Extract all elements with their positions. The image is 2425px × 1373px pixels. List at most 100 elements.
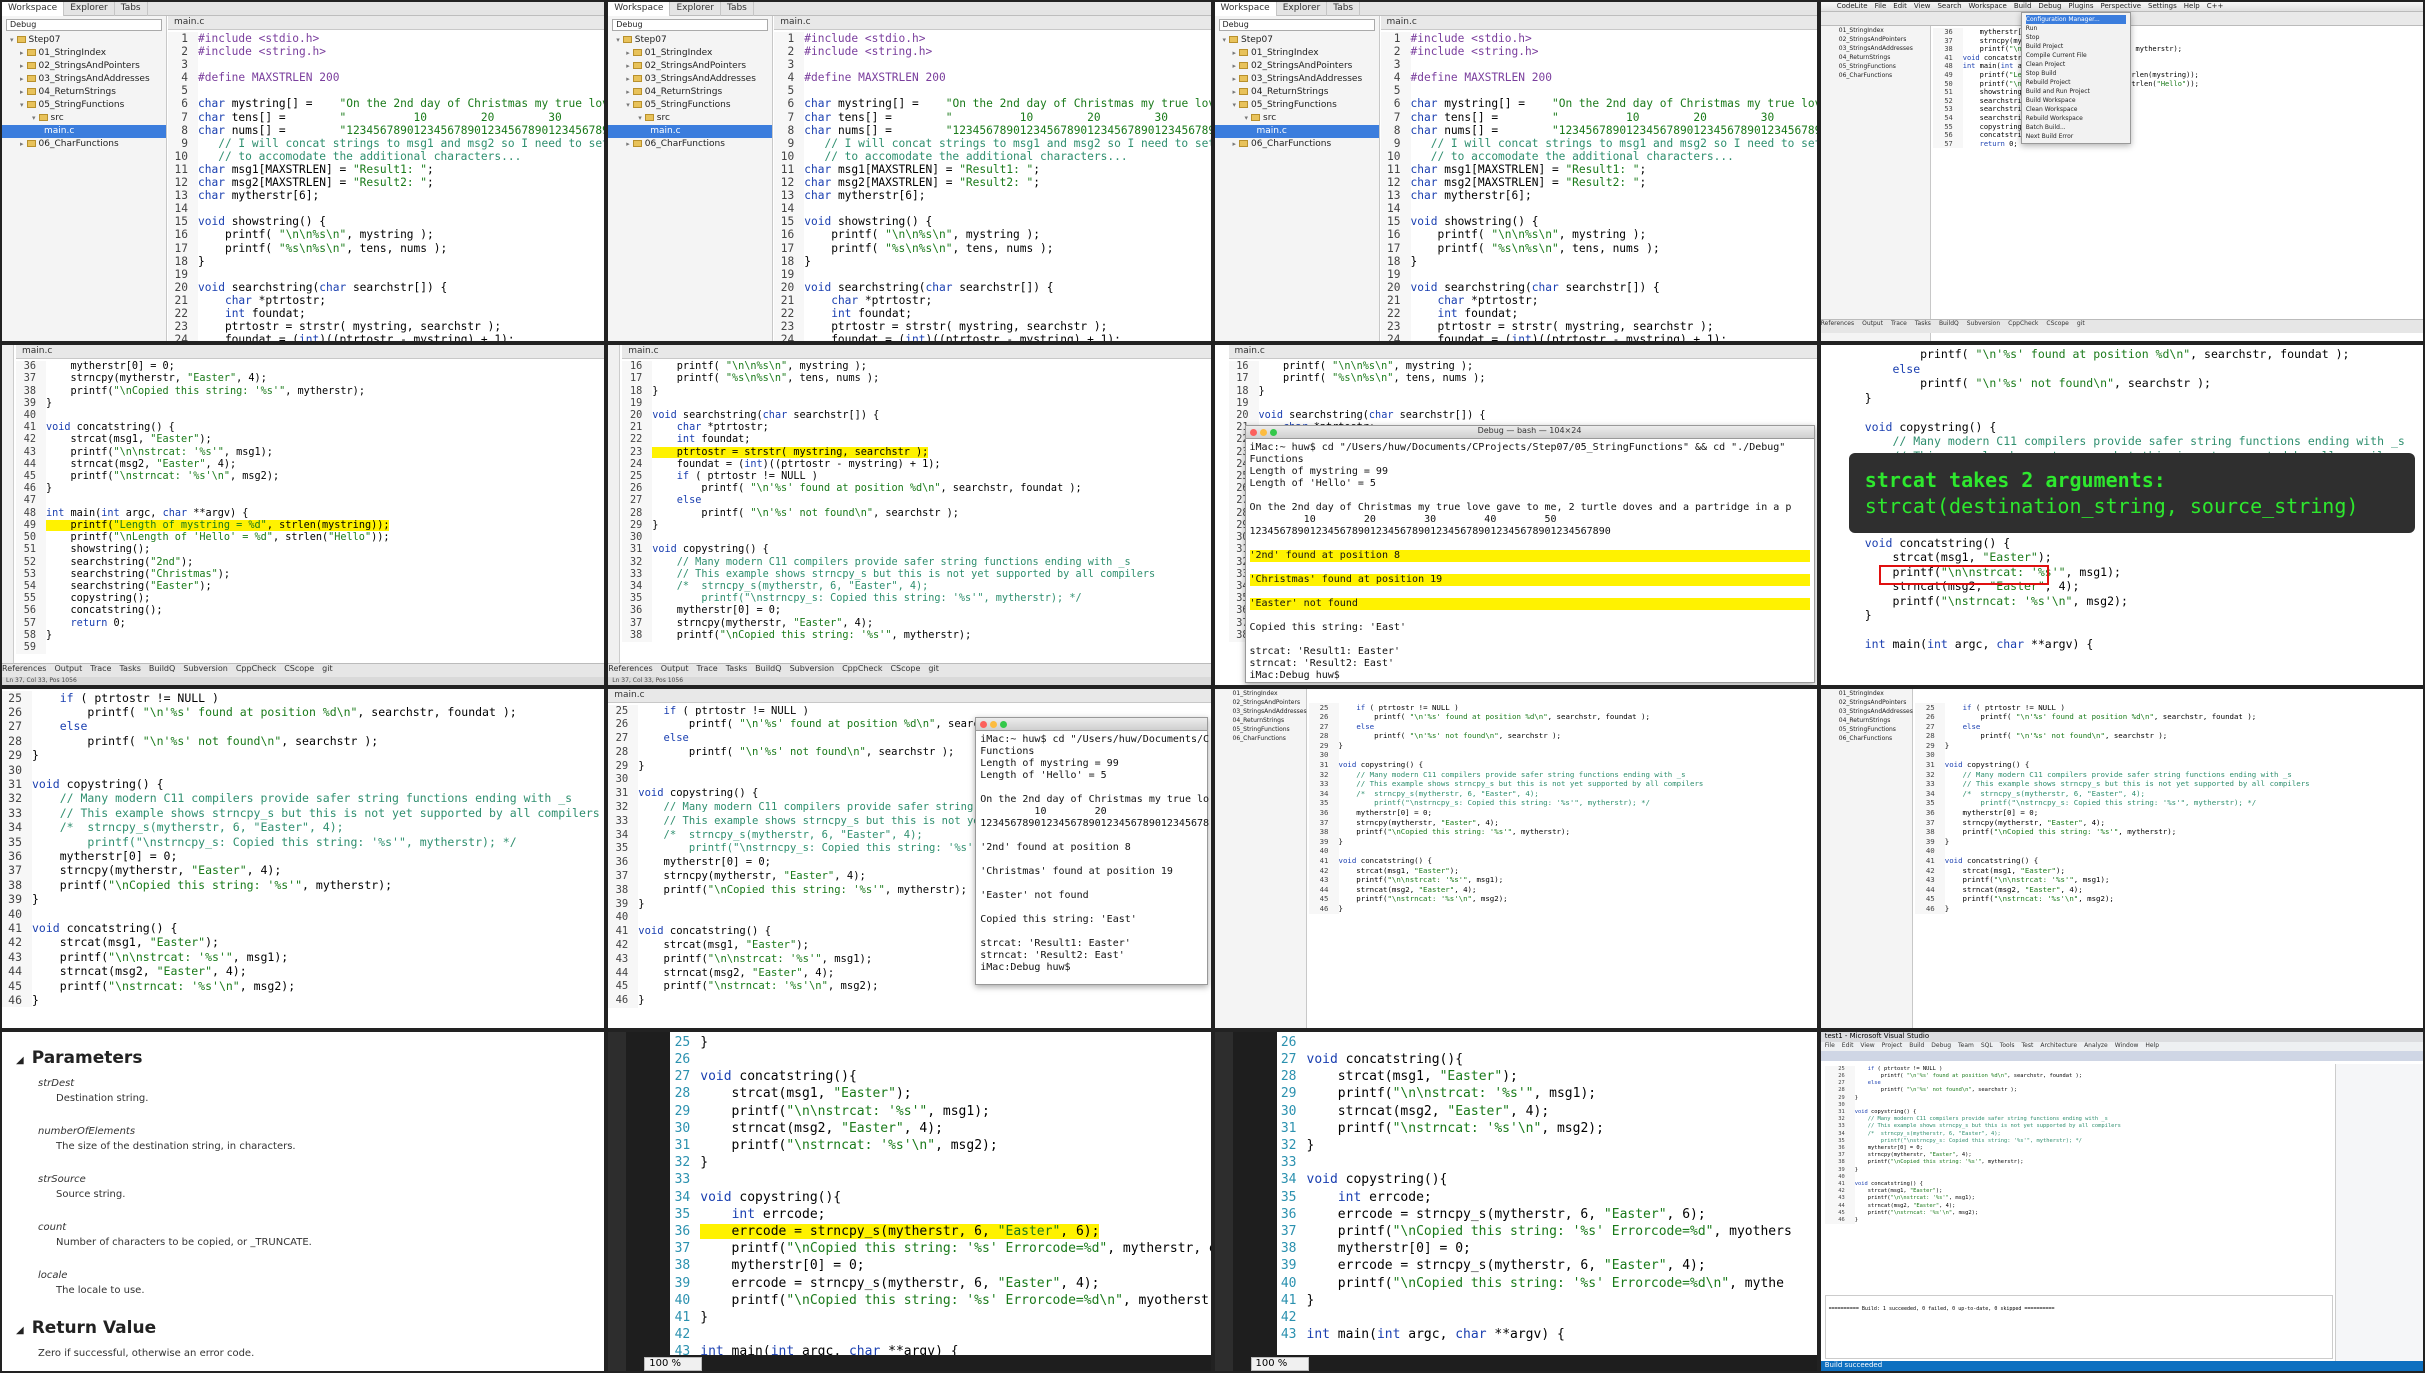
terminal-window[interactable]: iMac:~ huw$ cd "/Users/huw/Documents/C Fu…	[975, 716, 1209, 985]
line-text[interactable]: }	[804, 255, 811, 268]
build-menu-item[interactable]: Configuration Manager...	[2025, 15, 2126, 24]
line-text[interactable]: // This example shows strncpy_s but this…	[1855, 1123, 2121, 1129]
output-tab[interactable]: Tasks	[1915, 320, 1931, 327]
code-line[interactable]	[1835, 405, 2423, 420]
code-line[interactable]: 16 printf( "\n\n%s\n", mystring );	[168, 228, 604, 242]
line-text[interactable]: char *ptrtostr;	[652, 422, 769, 433]
code-line[interactable]: 19	[774, 267, 1210, 281]
code-line[interactable]: 18}	[1228, 385, 1817, 398]
line-text[interactable]: return 0;	[46, 618, 126, 629]
menu-item[interactable]: Edit	[1842, 1042, 1854, 1049]
line-text[interactable]: printf("\nstrncat: '%s'\n", msg2);	[1307, 1121, 1604, 1136]
code-line[interactable]: 37 strncpy(mytherstr, "Easter", 4);	[1824, 1152, 2333, 1160]
code-editor[interactable]: 25 if ( ptrtostr != NULL ) 26 printf( "\n…	[1914, 700, 2423, 1016]
code-line[interactable]: 4 #define MAXSTRLEN 200	[774, 71, 1210, 85]
line-text[interactable]: int main(int argc, char **argv) {	[46, 508, 248, 519]
code-line[interactable]: printf("\nstrncat: '%s'\n", msg2);	[1835, 594, 2423, 609]
code-line[interactable]: 31void copystring() {	[1824, 1108, 2333, 1117]
line-text[interactable]: #include <string.h>	[804, 45, 932, 58]
code-line[interactable]: 39}	[16, 397, 604, 411]
editor-tab-main-c[interactable]: main.c	[1228, 345, 1817, 360]
code-line[interactable]: 44 strncat(msg2, "Easter", 4);	[16, 458, 604, 472]
project-node[interactable]: 02_StringsAndPointers	[1821, 35, 1930, 44]
code-line[interactable]: 43 printf("\n\nstrcat: '%s'", msg1);	[16, 446, 604, 459]
sidebar-tab[interactable]: Workspace	[608, 2, 671, 16]
line-text[interactable]: }	[46, 483, 52, 494]
line-text[interactable]: }	[1307, 1293, 1315, 1308]
code-line[interactable]: 7 char tens[] = " 10 20 30 4	[1380, 110, 1817, 124]
line-text[interactable]: strcat(msg1, "Easter");	[32, 935, 219, 949]
code-line[interactable]: 43 printf("\n\nstrcat: '%s'", msg1);	[1308, 875, 1817, 885]
line-text[interactable]: strncpy(mytherstr, "Easter", 4);	[652, 618, 873, 629]
code-line[interactable]: 19	[1228, 397, 1817, 411]
menu-item[interactable]: Build	[2014, 2, 2032, 10]
project-node[interactable]: ▸ 06_CharFunctions	[1215, 138, 1379, 151]
code-line[interactable]: 30	[2, 762, 604, 777]
code-line[interactable]: 5	[168, 84, 604, 98]
code-line[interactable]: 15 void showstring() {	[774, 215, 1210, 229]
output-tab[interactable]: Tasks	[119, 664, 140, 673]
output-tab[interactable]: git	[2077, 320, 2085, 327]
line-text[interactable]: printf("\n\nstrcat: '%s'", msg1);	[700, 1104, 990, 1119]
build-menu-item[interactable]: Build Project	[2026, 42, 2126, 51]
line-text[interactable]: printf( "%s\n%s\n", tens, nums );	[804, 242, 1053, 255]
code-listing[interactable]: 36 mytherstr[0] = 0; 37 strncpy(mytherstr…	[1932, 26, 2423, 149]
code-line[interactable]: 30	[1914, 750, 2423, 761]
code-line[interactable]: 36 errcode = strncpy_s(mytherstr, 6, "Ea…	[1276, 1205, 1817, 1223]
code-line[interactable]: 50 printf("\nLength of 'Hello' = %d", st…	[16, 532, 604, 545]
src-folder-node[interactable]: ▾ src	[2, 112, 166, 125]
line-text[interactable]: strcat(msg1, "Easter");	[700, 1086, 912, 1101]
line-text[interactable]: printf( "\n'%s' not found\n", searchstr …	[652, 508, 959, 519]
line-text[interactable]: char nums[] = "1234567890123456789012345…	[198, 124, 604, 137]
output-tab[interactable]: Subversion	[790, 664, 835, 673]
config-dropdown[interactable]: Debug	[612, 19, 769, 31]
code-line[interactable]: 18}	[622, 385, 1210, 398]
output-tab[interactable]: References	[608, 664, 652, 673]
menu-item[interactable]: Perspective	[2101, 2, 2142, 10]
code-line[interactable]: void concatstring() {	[1835, 536, 2423, 551]
project-node[interactable]: 03_StringsAndAddresses	[1821, 707, 1913, 716]
line-text[interactable]: }	[700, 1310, 708, 1325]
line-text[interactable]: char nums[] = "1234567890123456789012345…	[1411, 124, 1817, 137]
line-text[interactable]: void copystring() {	[1855, 1109, 1917, 1115]
code-line[interactable]: 12 char msg2[MAXSTRLEN] = "Result2: ";	[168, 176, 604, 190]
code-line[interactable]: 25 if ( ptrtostr != NULL )	[2, 690, 604, 705]
code-line[interactable]: 29}	[1308, 740, 1817, 751]
code-line[interactable]: 17 printf( "%s\n%s\n", tens, nums );	[168, 241, 604, 255]
project-node[interactable]: 01_StringIndex	[1821, 689, 1912, 698]
editor-tab-main-c[interactable]: main.c	[608, 688, 1211, 703]
line-text[interactable]: void concatstring() {	[1945, 856, 2038, 865]
line-text[interactable]: }	[32, 892, 39, 906]
output-tab[interactable]: CScope	[284, 664, 314, 673]
line-text[interactable]: printf("\nstrncat: '%s'\n", msg2);	[638, 980, 879, 992]
code-line[interactable]: 42 strcat(msg1, "Easter");	[16, 434, 604, 447]
project-node[interactable]: 03_StringsAndAddresses	[1215, 707, 1307, 716]
menu-item[interactable]: Team	[1958, 1042, 1974, 1049]
line-text[interactable]: void searchstring(char searchstr[]) {	[1259, 410, 1486, 421]
code-line[interactable]: 33 // This example shows strncpy_s but t…	[2, 805, 604, 821]
code-line[interactable]: 18}	[168, 254, 604, 268]
code-line[interactable]: 34 void copystring(){	[1276, 1171, 1817, 1189]
code-editor[interactable]: main.c 1 #include <stdio.h> 2 #include <stri…	[1380, 16, 1817, 342]
code-line[interactable]: 35 printf("\nstrncpy_s: Copied this stri…	[622, 593, 1210, 606]
code-line[interactable]: 17 printf( "%s\n%s\n", tens, nums );	[1380, 241, 1817, 255]
line-text[interactable]: printf( "%s\n%s\n", tens, nums );	[198, 242, 447, 255]
line-text[interactable]: strncpy(mytherstr, "Easter", 4);	[1855, 1152, 1972, 1158]
line-text[interactable]: printf("Length of mystring = %d", strlen…	[46, 519, 390, 531]
line-text[interactable]: if ( ptrtostr != NULL )	[1855, 1066, 1943, 1072]
code-listing[interactable]: 26 27 void concatstring(){28 strcat(msg1, …	[1276, 1032, 1817, 1344]
project-node[interactable]: ▸ 02_StringsAndPointers	[608, 60, 772, 73]
code-line[interactable]: 2 #include <string.h>	[1380, 45, 1817, 59]
line-text[interactable]: printf("\nCopied this string: '%s'", myt…	[638, 884, 967, 896]
line-text[interactable]: int foundat;	[198, 307, 306, 320]
line-text[interactable]: printf( "\n\n%s\n", mystring );	[804, 228, 1040, 241]
code-line[interactable]: 30 strncat(msg2, "Easter", 4);	[670, 1119, 1210, 1137]
workspace-node[interactable]: ▾ Step07	[1215, 34, 1379, 47]
line-text[interactable]: /* strncpy_s(mytherstr, 6, "Easter", 4);	[1855, 1131, 2001, 1137]
code-line[interactable]: 39}	[2, 892, 604, 907]
code-line[interactable]: 30	[622, 532, 1210, 545]
code-line[interactable]: 33 // This example shows strncpy_s but t…	[622, 568, 1210, 581]
code-editor[interactable]: 25} 26 27 void concatstring(){28 strcat(msg…	[670, 1031, 1211, 1355]
line-text[interactable]: #include <stdio.h>	[198, 32, 319, 45]
build-menu-item[interactable]: Stop	[2026, 33, 2126, 42]
